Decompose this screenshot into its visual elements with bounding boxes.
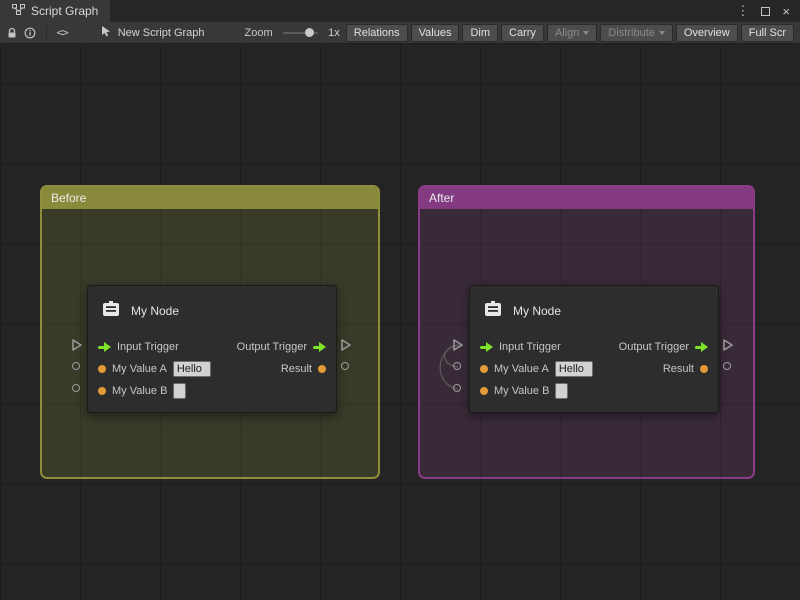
group-title[interactable]: Before (42, 187, 378, 209)
code-icon[interactable]: <> (56, 24, 67, 42)
dim-button[interactable]: Dim (462, 24, 498, 42)
value-b-field[interactable] (173, 383, 186, 399)
port-row: My Value B (470, 380, 718, 402)
port-row: Input Trigger Output Trigger (470, 336, 718, 358)
distribute-button: Distribute (600, 24, 672, 42)
kebab-menu-icon[interactable]: ⋮ (736, 3, 749, 19)
value-input-port[interactable] (98, 387, 106, 395)
flow-input-port[interactable] (98, 342, 111, 352)
full-screen-button[interactable]: Full Scr (741, 24, 794, 42)
flow-output-port[interactable] (695, 342, 708, 352)
node-my-node-after[interactable]: My Node Input Trigger Output Trigger (469, 285, 719, 413)
group-title[interactable]: After (420, 187, 753, 209)
unity-graph-window: Script Graph ⋮ × <> (0, 0, 800, 600)
outer-flow-output-port[interactable] (341, 339, 351, 351)
info-icon[interactable] (24, 24, 36, 42)
chevron-down-icon (659, 31, 665, 35)
outer-value-output-port[interactable] (723, 362, 731, 370)
graph-name: New Script Graph (118, 27, 205, 39)
node-title: My Node (131, 304, 179, 318)
close-icon[interactable]: × (782, 4, 790, 19)
value-output-port[interactable] (700, 365, 708, 373)
outer-value-input-port[interactable] (453, 384, 461, 392)
group-after[interactable]: After My Node (418, 185, 755, 479)
port-row: My Value A Result (88, 358, 336, 380)
graph-pointer-icon (100, 25, 112, 40)
port-row: My Value A Result (470, 358, 718, 380)
tab-script-graph[interactable]: Script Graph (0, 0, 110, 22)
outer-value-input-port[interactable] (453, 362, 461, 370)
align-button: Align (547, 24, 597, 42)
outer-value-input-port[interactable] (72, 362, 80, 370)
zoom-slider[interactable] (283, 27, 319, 39)
zoom-value: 1x (328, 27, 340, 39)
value-input-port[interactable] (480, 387, 488, 395)
graph-toolbar: <> New Script Graph Zoom 1x Relations Va… (0, 22, 800, 44)
node-header: My Node (470, 286, 718, 336)
toolbar-buttons: Relations Values Dim Carry Align Distrib… (346, 24, 794, 42)
port-row: My Value B (88, 380, 336, 402)
zoom-label: Zoom (245, 27, 273, 39)
values-button[interactable]: Values (411, 24, 460, 42)
outer-flow-input-port[interactable] (72, 339, 82, 351)
window-controls: ⋮ × (736, 0, 800, 22)
tab-title: Script Graph (31, 4, 98, 18)
chevron-down-icon (583, 31, 589, 35)
graph-canvas[interactable]: Before My Node (0, 44, 800, 600)
flow-output-port[interactable] (313, 342, 326, 352)
outer-flow-output-port[interactable] (723, 339, 733, 351)
node-title: My Node (513, 304, 561, 318)
outer-flow-input-port[interactable] (453, 339, 463, 351)
zoom-slider-knob[interactable] (305, 28, 314, 37)
node-my-node-before[interactable]: My Node Input Trigger Output Trigger (87, 285, 337, 413)
group-before[interactable]: Before My Node (40, 185, 380, 479)
value-output-port[interactable] (318, 365, 326, 373)
script-graph-icon (12, 4, 25, 18)
overview-button[interactable]: Overview (676, 24, 738, 42)
node-header: My Node (88, 286, 336, 336)
value-a-field[interactable] (555, 361, 593, 377)
port-row: Input Trigger Output Trigger (88, 336, 336, 358)
outer-value-input-port[interactable] (72, 384, 80, 392)
flow-input-port[interactable] (480, 342, 493, 352)
lock-icon[interactable] (6, 24, 18, 42)
carry-button[interactable]: Carry (501, 24, 544, 42)
node-icon (483, 299, 503, 324)
value-input-port[interactable] (480, 365, 488, 373)
value-input-port[interactable] (98, 365, 106, 373)
relations-button[interactable]: Relations (346, 24, 408, 42)
outer-value-output-port[interactable] (341, 362, 349, 370)
value-b-field[interactable] (555, 383, 568, 399)
node-icon (101, 299, 121, 324)
graph-selector[interactable]: New Script Graph (100, 25, 205, 40)
value-a-field[interactable] (173, 361, 211, 377)
tab-bar: Script Graph ⋮ × (0, 0, 800, 22)
maximize-icon[interactable] (761, 7, 770, 16)
